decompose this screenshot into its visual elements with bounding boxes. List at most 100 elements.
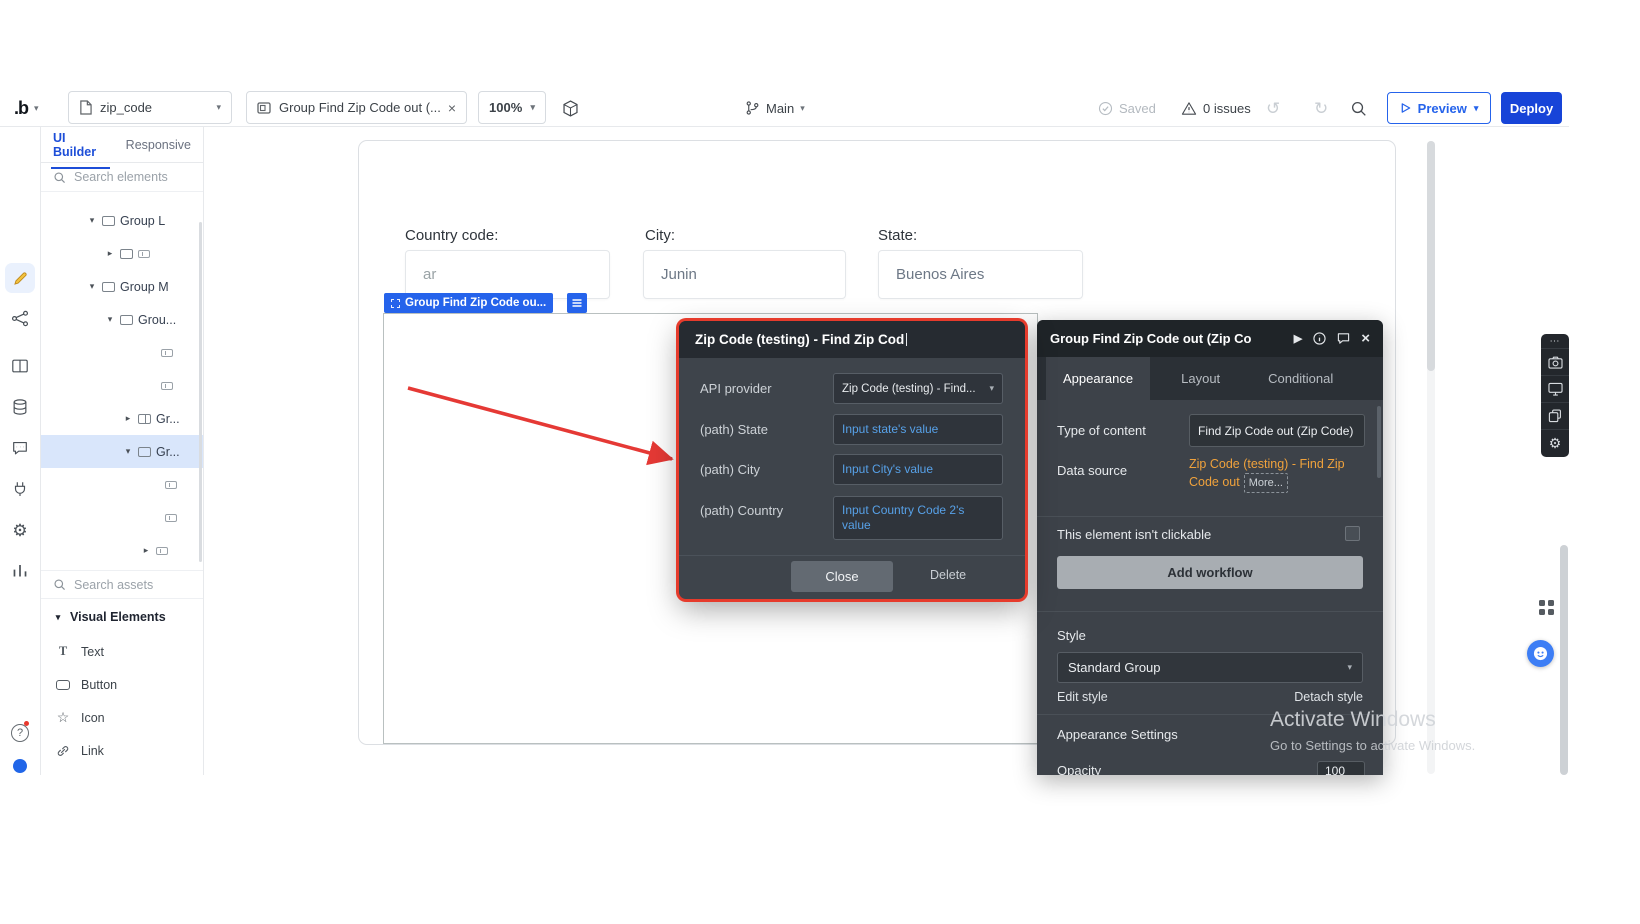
delete-button[interactable]: Delete xyxy=(930,568,966,582)
asset-item-button[interactable]: Button xyxy=(41,668,203,701)
git-branch-icon xyxy=(745,100,760,116)
tree-item[interactable] xyxy=(41,336,203,369)
tab-appearance[interactable]: Appearance xyxy=(1046,357,1150,400)
settings-tab[interactable]: ⚙ xyxy=(12,521,27,541)
bubble-badge-icon[interactable] xyxy=(13,759,27,773)
data-source-chip[interactable] xyxy=(567,293,587,313)
design-tab[interactable] xyxy=(5,263,35,293)
window-scrollbar[interactable] xyxy=(1560,545,1568,775)
close-tab-icon[interactable]: × xyxy=(448,101,456,115)
close-icon[interactable]: × xyxy=(1361,330,1370,347)
open-element-tab[interactable]: Group Find Zip Code out (... × xyxy=(246,91,467,124)
plugins-tab[interactable] xyxy=(11,480,29,498)
apps-grid-icon[interactable] xyxy=(1538,599,1555,616)
asset-item-text[interactable]: T Text xyxy=(41,635,203,668)
zoom-selector[interactable]: 100% ▾ xyxy=(478,91,546,124)
search-assets-input[interactable]: Search assets xyxy=(41,570,203,599)
path-state-field[interactable]: Input state's value xyxy=(833,414,1003,445)
tree-item[interactable] xyxy=(41,468,203,501)
link-icon xyxy=(55,744,71,758)
bubble-logo[interactable]: .b ▾ xyxy=(14,90,39,126)
opacity-input[interactable]: 100 xyxy=(1317,761,1365,775)
caret-right-icon[interactable]: ▸ xyxy=(141,545,151,556)
help-icon[interactable]: ? xyxy=(11,724,29,742)
tree-item[interactable]: ▸ xyxy=(41,534,203,567)
comment-icon[interactable] xyxy=(1337,332,1350,345)
path-city-field[interactable]: Input City's value xyxy=(833,454,1003,485)
tree-item[interactable] xyxy=(41,369,203,402)
caret-right-icon[interactable]: ▸ xyxy=(105,248,115,259)
gear-icon[interactable]: ⚙ xyxy=(1541,430,1569,457)
data-tab[interactable] xyxy=(11,398,29,416)
tree-item[interactable]: ▾ Group L xyxy=(41,204,203,237)
tab-conditional[interactable]: Conditional xyxy=(1251,357,1350,400)
close-button[interactable]: Close xyxy=(791,561,893,592)
type-of-content-input[interactable]: Find Zip Code out (Zip Code) xyxy=(1189,414,1365,447)
tab-responsive[interactable]: Responsive xyxy=(126,138,191,152)
clickable-checkbox[interactable] xyxy=(1345,526,1360,541)
play-icon[interactable]: ▶ xyxy=(1294,332,1302,345)
inspector-scrollbar[interactable] xyxy=(1377,406,1381,478)
workflow-tab[interactable] xyxy=(11,309,30,328)
input-icon xyxy=(138,250,150,258)
city-input[interactable]: Junin xyxy=(643,250,846,299)
selected-element-tag[interactable]: Group Find Zip Code ou... xyxy=(384,293,553,313)
tree-item[interactable] xyxy=(41,501,203,534)
tree-scrollbar[interactable] xyxy=(199,222,202,562)
country-code-input[interactable]: ar xyxy=(405,250,610,299)
caret-down-icon[interactable]: ▾ xyxy=(105,314,115,325)
group-icon xyxy=(120,249,133,259)
visual-elements-section[interactable]: ▾ Visual Elements xyxy=(41,599,203,635)
logs-tab[interactable] xyxy=(12,562,29,579)
search-icon xyxy=(53,171,66,184)
asset-item-icon[interactable]: ☆ Icon xyxy=(41,701,203,734)
tab-ui-builder[interactable]: UI Builder xyxy=(53,131,108,159)
button-icon xyxy=(55,680,71,690)
component-library-icon[interactable] xyxy=(561,90,580,126)
redo-icon[interactable]: ↻ xyxy=(1314,90,1328,126)
tree-item[interactable]: ▸ xyxy=(41,237,203,270)
caret-down-icon[interactable]: ▾ xyxy=(87,215,97,226)
canvas-scrollbar[interactable] xyxy=(1427,141,1435,774)
tree-item[interactable]: ▾ Group M xyxy=(41,270,203,303)
monitor-icon[interactable] xyxy=(1541,376,1569,403)
scrollbar-thumb[interactable] xyxy=(1427,141,1435,371)
asset-item-link[interactable]: Link xyxy=(41,734,203,767)
notification-dot xyxy=(24,721,29,726)
tab-layout[interactable]: Layout xyxy=(1164,357,1237,400)
edit-style-link[interactable]: Edit style xyxy=(1057,690,1108,704)
detach-style-link[interactable]: Detach style xyxy=(1294,690,1363,704)
api-provider-dropdown[interactable]: Zip Code (testing) - Find... ▾ xyxy=(833,373,1003,404)
caret-down-icon[interactable]: ▾ xyxy=(87,281,97,292)
tree-item[interactable]: ▸ Gr... xyxy=(41,402,203,435)
camera-icon[interactable] xyxy=(1541,349,1569,376)
more-button[interactable]: More... xyxy=(1244,473,1288,493)
state-input[interactable]: Buenos Aires xyxy=(878,250,1083,299)
app-selector[interactable]: zip_code ▾ xyxy=(68,91,232,124)
data-source-value[interactable]: Zip Code (testing) - Find Zip Code outMo… xyxy=(1189,455,1367,493)
tree-item[interactable]: ▾ Grou... xyxy=(41,303,203,336)
style-dropdown[interactable]: Standard Group ▾ xyxy=(1057,652,1363,683)
preview-button[interactable]: Preview ▾ xyxy=(1387,92,1491,124)
branch-selector[interactable]: Main ▾ xyxy=(745,90,805,126)
pages-tab[interactable] xyxy=(11,357,29,375)
undo-icon[interactable]: ↺ xyxy=(1266,90,1280,126)
path-country-field[interactable]: Input Country Code 2's value xyxy=(833,496,1003,540)
search-icon[interactable] xyxy=(1350,90,1367,126)
floating-toolbar: ⋯ ⚙ xyxy=(1541,334,1569,457)
more-icon[interactable]: ⋯ xyxy=(1541,334,1569,349)
caret-right-icon[interactable]: ▸ xyxy=(123,413,133,424)
caret-down-icon[interactable]: ▾ xyxy=(123,446,133,457)
info-icon[interactable] xyxy=(1313,332,1326,345)
deploy-button[interactable]: Deploy xyxy=(1501,92,1562,124)
property-editor-header[interactable]: Group Find Zip Code out (Zip Co ▶ × xyxy=(1037,320,1383,357)
tree-item-selected[interactable]: ▾ Gr... xyxy=(41,435,203,468)
copy-icon[interactable] xyxy=(1541,403,1569,430)
styles-tab[interactable] xyxy=(11,439,29,457)
modal-title-bar[interactable]: Zip Code (testing) - Find Zip Cod xyxy=(679,321,1025,358)
assistant-icon[interactable] xyxy=(1527,640,1554,667)
add-workflow-button[interactable]: Add workflow xyxy=(1057,556,1363,589)
divider xyxy=(1037,714,1383,715)
issues-indicator[interactable]: 0 issues xyxy=(1181,90,1251,126)
check-circle-icon xyxy=(1098,101,1113,116)
